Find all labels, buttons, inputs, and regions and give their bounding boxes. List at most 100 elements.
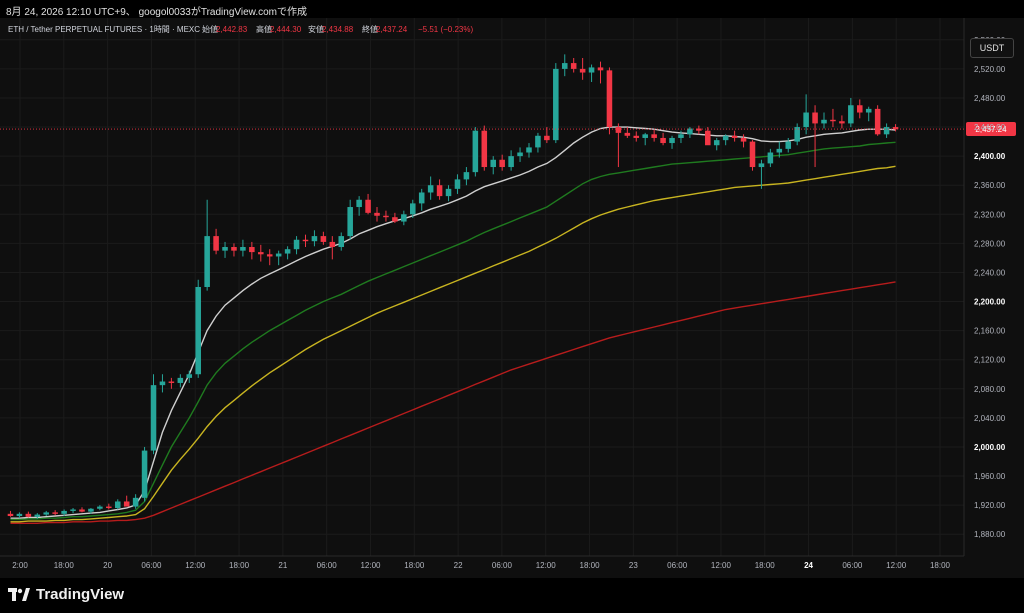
x-tick-label: 18:00	[404, 561, 425, 570]
candle	[436, 179, 443, 200]
candle-body	[141, 450, 148, 498]
x-tick-label: 12:00	[886, 561, 907, 570]
candle-body	[249, 247, 255, 253]
candle	[570, 57, 577, 73]
candle	[356, 196, 362, 216]
candle-body	[669, 137, 675, 144]
candle-body	[454, 179, 461, 189]
candle	[150, 374, 157, 455]
y-tick-label: 1,880.00	[974, 530, 1006, 539]
candle	[579, 57, 586, 80]
tradingview-logo-icon	[8, 587, 30, 601]
x-tick-label: 18:00	[54, 561, 75, 570]
chart-frame[interactable]: 2,437.24 2,560.002,520.002,480.002,440.0…	[0, 18, 1024, 578]
candle	[651, 129, 657, 142]
candle-body	[651, 134, 657, 138]
candle	[740, 134, 747, 148]
candle-body	[526, 147, 532, 153]
candle-body	[186, 374, 193, 378]
x-tick-label: 18:00	[229, 561, 250, 570]
legend-symbol: ETH / Tether PERPETUAL FUTURES · 1時間 · M…	[8, 25, 200, 34]
y-tick-label: 2,080.00	[974, 385, 1006, 394]
candle-body	[678, 134, 684, 138]
candle-body	[767, 152, 774, 164]
candle-body	[472, 130, 479, 173]
candle-body	[365, 199, 371, 213]
candle-body	[275, 253, 282, 257]
candle	[481, 125, 488, 171]
candle	[669, 135, 675, 149]
candle	[7, 510, 14, 517]
candle-body	[660, 137, 666, 144]
candle	[749, 140, 756, 171]
candle	[168, 377, 175, 389]
candle-body	[195, 287, 201, 375]
candlestick-chart[interactable]: 2,437.24 2,560.002,520.002,480.002,440.0…	[0, 18, 1024, 578]
candle	[284, 246, 291, 260]
candle	[320, 231, 327, 245]
y-tick-label: 2,120.00	[974, 356, 1006, 365]
candle	[615, 123, 622, 168]
candle-body	[329, 241, 336, 248]
candle-body	[535, 135, 541, 148]
y-tick-label: 2,360.00	[974, 181, 1006, 190]
y-tick-label: 2,200.00	[974, 298, 1006, 307]
candle-body	[722, 135, 729, 141]
candle-body	[731, 135, 738, 138]
candle	[722, 134, 729, 146]
snapshot-caption: 8月 24, 2026 12:10 UTC+9、 googol0033がTrad…	[6, 7, 308, 18]
candle	[52, 510, 58, 516]
candle-body	[865, 108, 872, 113]
candle	[123, 495, 130, 507]
candle	[240, 239, 246, 257]
candle-body	[445, 188, 452, 197]
candle-body	[311, 236, 318, 242]
candle-body	[168, 381, 175, 383]
candle	[490, 156, 497, 175]
candle	[454, 174, 461, 194]
candle	[159, 374, 166, 393]
candle-body	[88, 508, 94, 512]
price-axis: 2,560.002,520.002,480.002,440.002,400.00…	[974, 36, 1006, 539]
candle	[553, 63, 559, 144]
candle-body	[123, 501, 130, 507]
candle-body	[517, 152, 523, 157]
x-tick-label: 24	[804, 561, 813, 570]
candle	[231, 243, 237, 257]
candle	[526, 143, 532, 158]
candle-body	[570, 63, 577, 69]
candle	[606, 67, 613, 135]
candle-body	[70, 509, 76, 511]
candle-body	[749, 141, 756, 168]
candle	[43, 510, 50, 517]
top-bar: 8月 24, 2026 12:10 UTC+9、 googol0033がTrad…	[0, 0, 1024, 18]
candle-body	[16, 513, 23, 517]
candle-body	[848, 105, 854, 124]
candle	[401, 210, 407, 226]
candle	[874, 105, 881, 136]
y-tick-label: 2,400.00	[974, 152, 1006, 161]
candle	[16, 512, 23, 519]
candle-body	[213, 236, 219, 251]
candle	[517, 147, 523, 162]
candle-body	[43, 512, 50, 515]
candle	[830, 108, 836, 128]
candle-body	[34, 514, 41, 517]
candle	[883, 123, 890, 138]
x-tick-label: 06:00	[141, 561, 162, 570]
candle	[445, 185, 452, 202]
candle	[821, 112, 827, 129]
tradingview-logo[interactable]: TradingView	[8, 586, 124, 603]
candle	[767, 148, 774, 168]
x-tick-label: 12:00	[360, 561, 381, 570]
candle-body	[222, 247, 228, 251]
candle	[731, 130, 738, 142]
candle-body	[597, 67, 604, 71]
candle-body	[481, 130, 488, 168]
legend-high-value: 2,444.30	[270, 25, 302, 34]
x-tick-label: 20	[103, 561, 112, 570]
y-tick-label: 2,320.00	[974, 210, 1006, 219]
currency-button[interactable]: USDT	[970, 38, 1014, 58]
legend-open-value: 2,442.83	[216, 25, 248, 34]
candle	[499, 154, 505, 171]
